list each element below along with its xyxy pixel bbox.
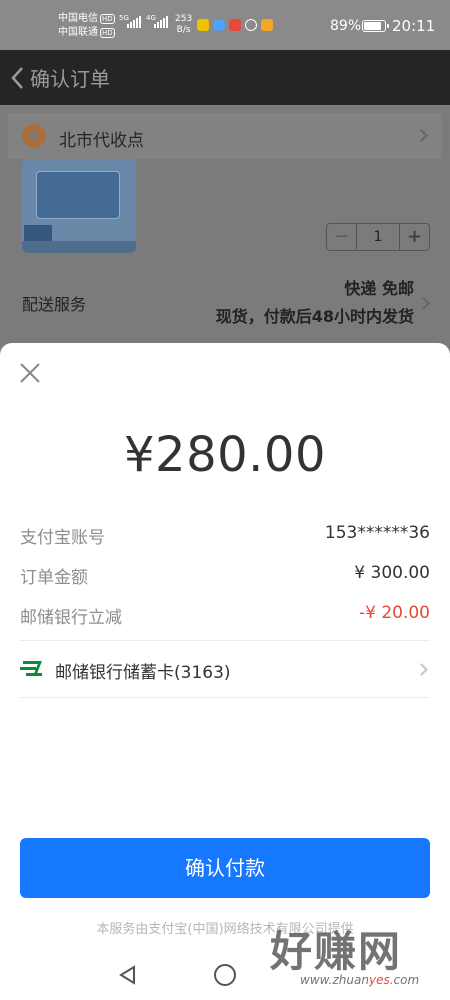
decrease-quantity-button[interactable]: − — [327, 224, 357, 250]
battery-icon — [362, 20, 389, 32]
alipay-account-value: 153******36 — [324, 523, 430, 543]
quantity-value[interactable]: 1 — [357, 224, 399, 250]
increase-quantity-button[interactable]: + — [399, 224, 429, 250]
site-watermark: 好赚网 www.zhuanyes.com — [270, 918, 445, 996]
divider — [20, 697, 430, 698]
watermark-url: www.zhuanyes.com — [300, 973, 420, 987]
bank-discount-row: 邮储银行立减 -¥ 20.00 — [20, 603, 430, 628]
divider — [20, 640, 430, 641]
pickup-location-row[interactable]: 北市代收点 — [8, 113, 442, 159]
close-icon[interactable] — [18, 361, 42, 385]
pickup-location-label: 北市代收点 — [59, 131, 144, 151]
network-speed: 253 B/s — [175, 14, 193, 35]
alipay-account-label: 支付宝账号 — [20, 528, 105, 548]
payment-method-row[interactable]: 邮储银行储蓄卡(3163) — [20, 655, 430, 687]
carrier2-label: 中国联通 — [58, 27, 98, 38]
bank-discount-label: 邮储银行立减 — [20, 608, 122, 628]
chevron-right-icon[interactable] — [417, 297, 430, 310]
carrier-info: 中国电信 HD 中国联通 HD — [58, 12, 115, 40]
clock: 20:11 — [392, 17, 436, 35]
product-image — [22, 159, 136, 253]
app-notification-icon — [229, 19, 241, 31]
app-notification-icon — [197, 19, 209, 31]
nav-back-icon[interactable] — [118, 965, 138, 985]
location-pin-icon — [22, 124, 46, 148]
confirm-payment-button[interactable]: 确认付款 — [20, 838, 430, 898]
postal-bank-icon — [20, 661, 42, 676]
delivery-service-label: 配送服务 — [22, 295, 87, 314]
payment-method-label: 邮储银行储蓄卡(3163) — [55, 663, 231, 683]
signal-icon — [127, 16, 141, 28]
alipay-account-row: 支付宝账号 153******36 — [20, 523, 430, 548]
app-notification-icon — [245, 19, 257, 31]
delivery-method: 快递 免邮 — [344, 279, 414, 298]
app-notification-icon — [261, 19, 273, 31]
order-amount-value: ¥ 300.00 — [354, 563, 430, 583]
chevron-right-icon — [415, 663, 428, 676]
carrier1-label: 中国电信 — [58, 13, 98, 24]
status-bar: 中国电信 HD 中国联通 HD 5G 4G 253 B/s 89% 20:11 — [0, 0, 450, 50]
hd-badge: HD — [100, 28, 115, 38]
watermark-logo-text: 好赚网 — [270, 927, 403, 976]
notification-icons — [197, 19, 273, 31]
cloud-icon — [213, 19, 225, 31]
nav-home-icon[interactable] — [214, 964, 236, 986]
order-amount-label: 订单金额 — [20, 568, 88, 588]
chevron-right-icon — [415, 129, 428, 142]
signal-icon — [154, 16, 168, 28]
quantity-stepper: − 1 + — [326, 223, 430, 251]
order-amount-row: 订单金额 ¥ 300.00 — [20, 563, 430, 588]
header-bar: 确认订单 — [0, 50, 450, 105]
order-page-background: 北市代收点 − 1 + 配送服务 快递 免邮 现货，付款后48小时内发货 — [0, 105, 450, 365]
hd-badge: HD — [100, 14, 115, 24]
payment-amount: ¥280.00 — [124, 427, 326, 483]
product-section: − 1 + 配送服务 快递 免邮 现货，付款后48小时内发货 — [8, 159, 442, 365]
bank-discount-value: -¥ 20.00 — [358, 603, 430, 623]
battery-percent: 89% — [330, 18, 362, 34]
page-title: 确认订单 — [30, 67, 110, 91]
delivery-time: 现货，付款后48小时内发货 — [215, 307, 414, 326]
back-arrow-icon[interactable] — [8, 64, 28, 92]
payment-sheet: ¥280.00 支付宝账号 153******36 订单金额 ¥ 300.00 … — [0, 343, 450, 1000]
